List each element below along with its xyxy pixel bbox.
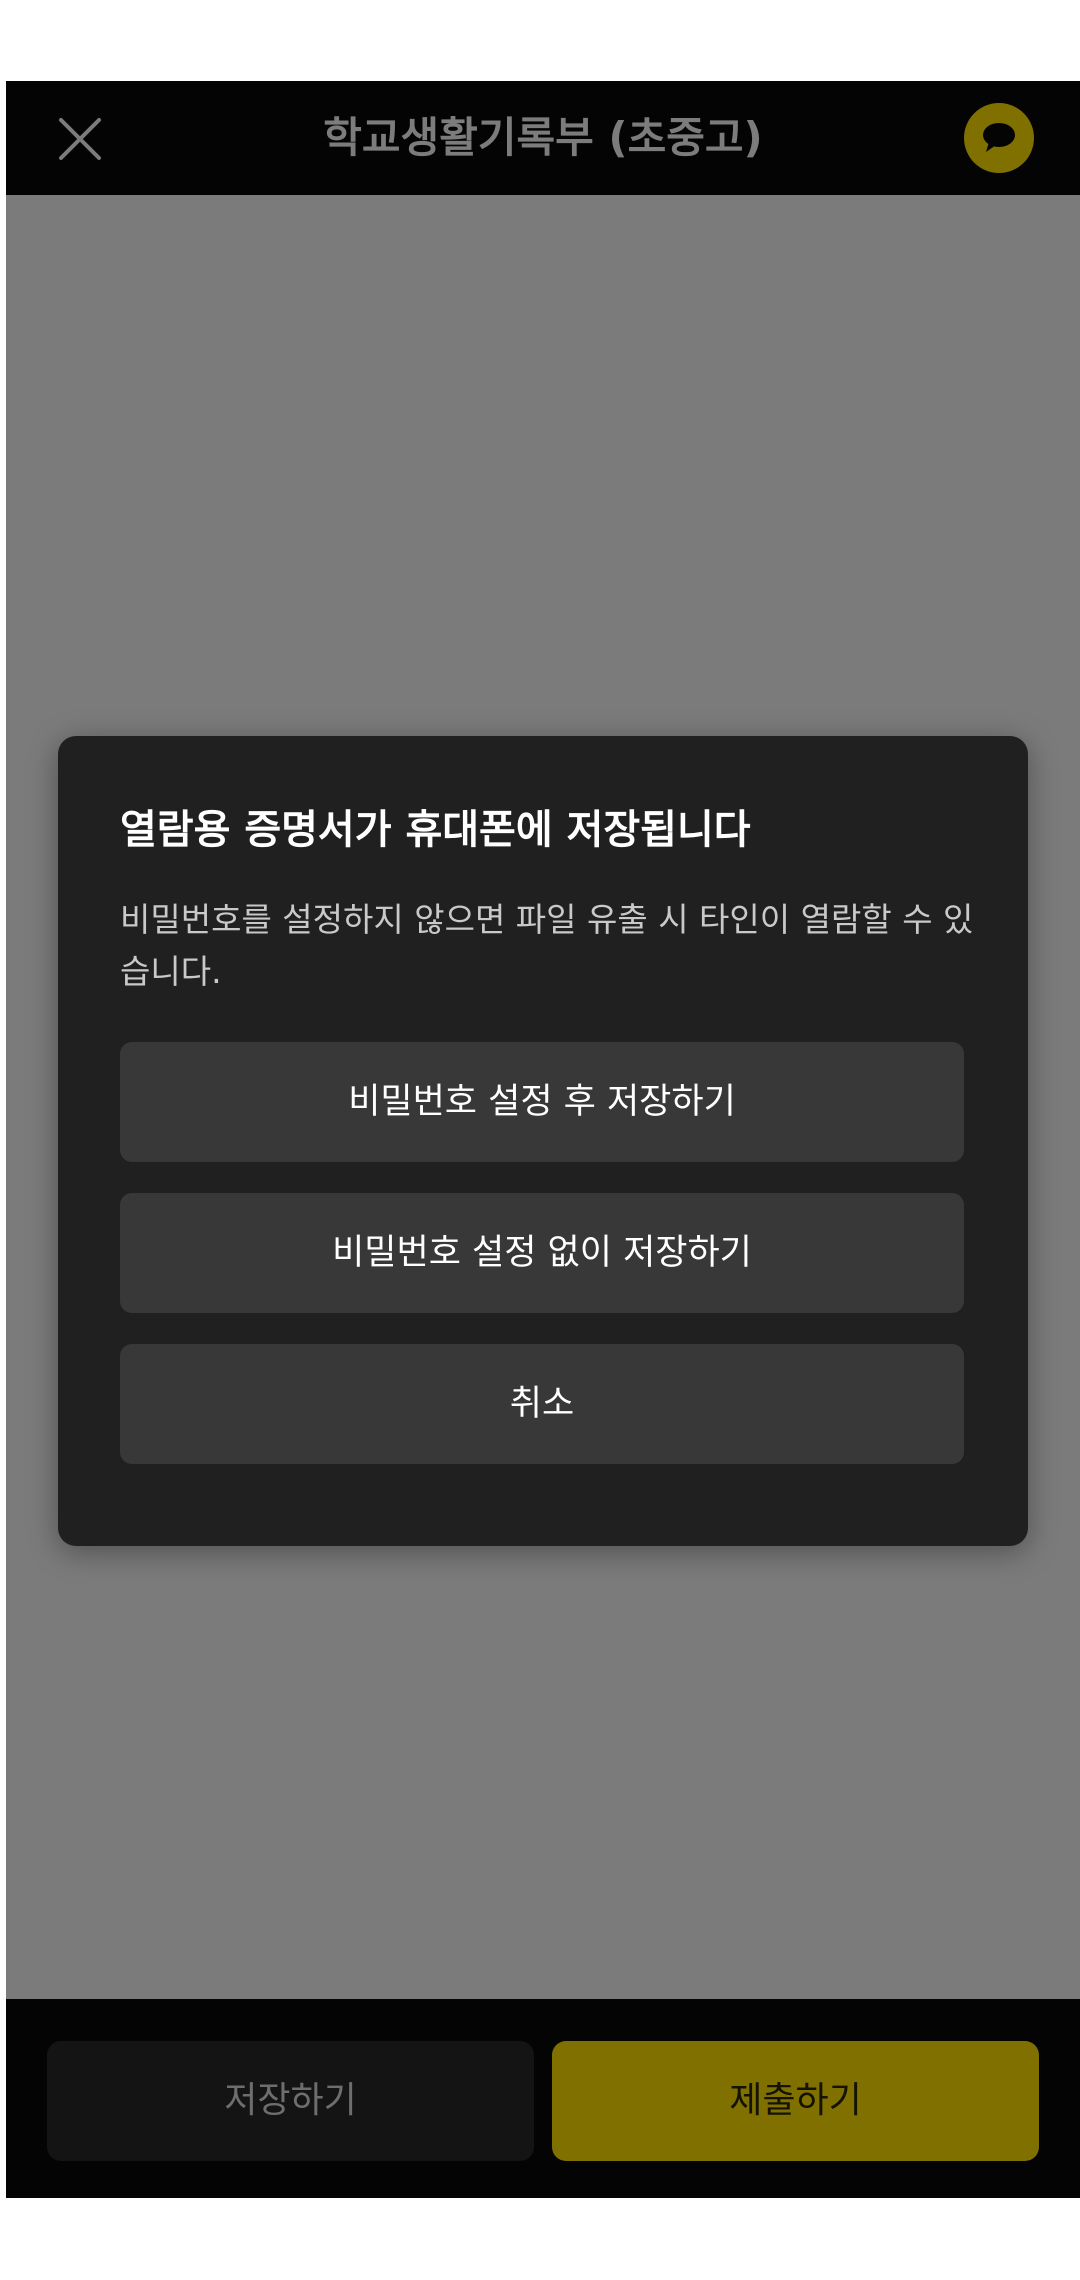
save-button[interactable]: 저장하기 (47, 2041, 534, 2161)
chat-button[interactable] (964, 103, 1034, 173)
header-bar: 학교생활기록부 (초중고) (6, 81, 1080, 195)
chat-bubble-icon (983, 123, 1015, 152)
cancel-button[interactable]: 취소 (120, 1344, 964, 1464)
save-confirm-dialog: 열람용 증명서가 휴대폰에 저장됩니다 비밀번호를 설정하지 않으면 파일 유출… (58, 736, 1028, 1546)
bottom-action-bar: 저장하기 제출하기 (6, 1999, 1080, 2198)
app-screen: 학교생활기록부 (초중고) 열람용 증명서가 휴대폰에 저장됩니다 비밀번호를 … (6, 81, 1080, 2198)
save-without-password-button[interactable]: 비밀번호 설정 없이 저장하기 (120, 1193, 964, 1313)
dialog-title: 열람용 증명서가 휴대폰에 저장됩니다 (120, 807, 751, 853)
save-with-password-button[interactable]: 비밀번호 설정 후 저장하기 (120, 1042, 964, 1162)
submit-button[interactable]: 제출하기 (552, 2041, 1039, 2161)
page-title: 학교생활기록부 (초중고) (323, 113, 763, 162)
dialog-message: 비밀번호를 설정하지 않으면 파일 유출 시 타인이 열람할 수 있습니다. (120, 900, 974, 991)
